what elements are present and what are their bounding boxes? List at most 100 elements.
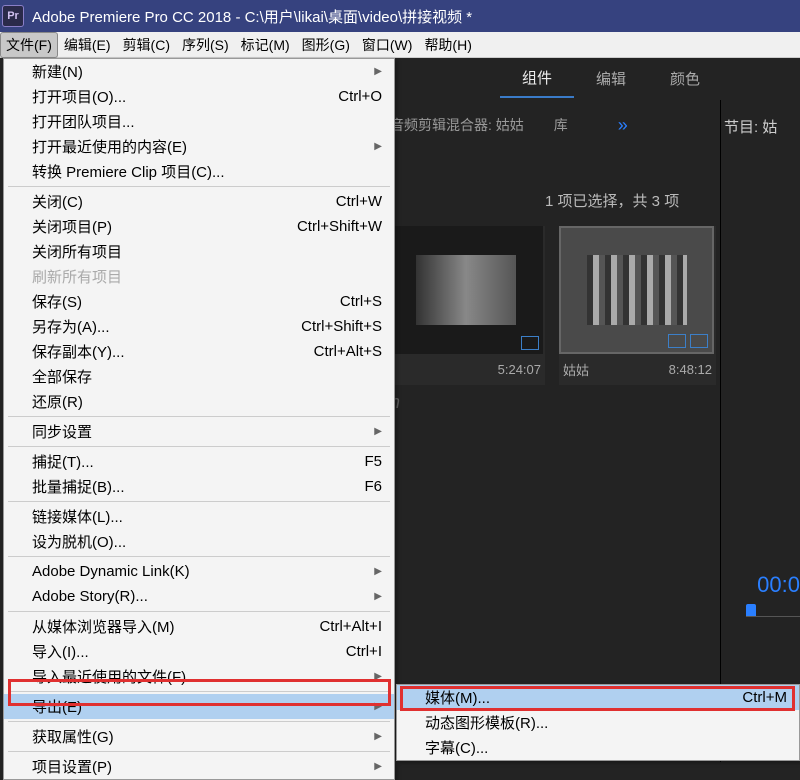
submenu-arrow-icon: ▶ — [374, 731, 382, 742]
menu-item-label: 项目设置(P) — [32, 756, 112, 777]
audio-mixer-tab[interactable]: 音频剪辑混合器: 姑姑 — [390, 115, 524, 135]
submenu-arrow-icon: ▶ — [374, 566, 382, 577]
menu-separator — [8, 556, 390, 557]
menu-item[interactable]: 打开团队项目... — [4, 109, 394, 134]
timecode[interactable]: 00:0 — [757, 572, 800, 598]
menu-item[interactable]: 保存副本(Y)...Ctrl+Alt+S — [4, 339, 394, 364]
menubar-item[interactable]: 文件(F) — [0, 32, 58, 58]
menu-item[interactable]: 全部保存 — [4, 364, 394, 389]
menubar-item[interactable]: 序列(S) — [176, 32, 235, 58]
panel-divider[interactable] — [720, 100, 721, 762]
submenu-arrow-icon: ▶ — [374, 66, 382, 77]
export-submenu: 媒体(M)... Ctrl+M 动态图形模板(R)...字幕(C)... — [396, 684, 800, 761]
menu-item-label: 媒体(M)... — [425, 687, 490, 708]
menu-item-shortcut: Ctrl+Shift+S — [301, 318, 382, 335]
menu-item: 刷新所有项目 — [4, 264, 394, 289]
menu-item-label: 关闭所有项目 — [32, 241, 122, 262]
menu-item[interactable]: 还原(R) — [4, 389, 394, 414]
clip-name: 姑姑 — [563, 360, 589, 379]
menubar-item[interactable]: 窗口(W) — [356, 32, 419, 58]
menu-item[interactable]: 字幕(C)... — [397, 735, 799, 760]
clip-duration: 8:48:12 — [669, 360, 712, 379]
menu-item-label: 打开团队项目... — [32, 111, 135, 132]
menu-separator — [8, 611, 390, 612]
menu-item[interactable]: 关闭(C) Ctrl+W — [4, 189, 394, 214]
workspace-tab[interactable]: 组件 — [500, 59, 574, 98]
menu-item[interactable]: 从媒体浏览器导入(M)Ctrl+Alt+I — [4, 614, 394, 639]
menu-item-shortcut: Ctrl+M — [742, 689, 787, 706]
file-menu-dropdown: 新建(N)▶打开项目(O)...Ctrl+O打开团队项目...打开最近使用的内容… — [3, 58, 395, 780]
menu-item-label: 打开项目(O)... — [32, 86, 126, 107]
menubar-item[interactable]: 编辑(E) — [58, 32, 117, 58]
expand-icon[interactable]: » — [618, 115, 628, 136]
submenu-arrow-icon: ▶ — [374, 701, 382, 712]
menu-item-shortcut: Ctrl+Alt+I — [319, 618, 382, 635]
menu-item[interactable]: 新建(N)▶ — [4, 59, 394, 84]
menu-item[interactable]: 设为脱机(O)... — [4, 529, 394, 554]
menu-item[interactable]: 链接媒体(L)... — [4, 504, 394, 529]
menu-item[interactable]: 媒体(M)... Ctrl+M — [397, 685, 799, 710]
timeline-ruler[interactable] — [746, 604, 800, 634]
menu-item-label: 关闭项目(P) — [32, 216, 112, 237]
menu-item-label: Adobe Story(R)... — [32, 588, 148, 605]
menu-item-shortcut: F5 — [364, 453, 382, 470]
menu-item[interactable]: 转换 Premiere Clip 项目(C)... — [4, 159, 394, 184]
menu-item[interactable]: Adobe Story(R)...▶ — [4, 584, 394, 609]
menu-item-label: 转换 Premiere Clip 项目(C)... — [32, 161, 225, 182]
menu-item[interactable]: 动态图形模板(R)... — [397, 710, 799, 735]
submenu-arrow-icon: ▶ — [374, 761, 382, 772]
menu-item[interactable]: 项目设置(P) ▶ — [4, 754, 394, 779]
menu-item[interactable]: 关闭所有项目 — [4, 239, 394, 264]
menu-item[interactable]: 另存为(A)... Ctrl+Shift+S — [4, 314, 394, 339]
menu-item-shortcut: Ctrl+O — [338, 88, 382, 105]
menu-item[interactable]: 打开项目(O)... Ctrl+O — [4, 84, 394, 109]
audio-icon — [690, 334, 708, 348]
menu-item[interactable]: Adobe Dynamic Link(K)▶ — [4, 559, 394, 584]
clip-thumbnail[interactable]: 姑姑 8:48:12 — [559, 226, 716, 385]
menubar: 文件(F)编辑(E)剪辑(C)序列(S)标记(M)图形(G)窗口(W)帮助(H) — [0, 32, 800, 58]
menu-item-shortcut: Ctrl+Alt+S — [314, 343, 382, 360]
clip-duration: 5:24:07 — [498, 360, 541, 377]
menu-item-label: 导入最近使用的文件(F) — [32, 666, 186, 687]
panel-header: 音频剪辑混合器: 姑姑 库 » — [390, 110, 628, 140]
workspace-tabs: 组件编辑颜色 — [500, 58, 800, 98]
menu-item-label: 还原(R) — [32, 391, 83, 412]
menu-separator — [8, 501, 390, 502]
menu-item[interactable]: 关闭项目(P)Ctrl+Shift+W — [4, 214, 394, 239]
menu-item[interactable]: 同步设置▶ — [4, 419, 394, 444]
menu-separator — [8, 446, 390, 447]
menu-item-label: 打开最近使用的内容(E) — [32, 136, 187, 157]
workspace-tab[interactable]: 编辑 — [574, 60, 648, 97]
menubar-item[interactable]: 图形(G) — [296, 32, 356, 58]
clip-thumbnail[interactable]: 5:24:07 — [388, 226, 545, 385]
menu-item-shortcut: F6 — [364, 478, 382, 495]
menu-item[interactable]: 保存(S)Ctrl+S — [4, 289, 394, 314]
menu-item-label: 设为脱机(O)... — [32, 531, 126, 552]
menu-item[interactable]: 导入最近使用的文件(F)▶ — [4, 664, 394, 689]
menubar-item[interactable]: 剪辑(C) — [117, 32, 176, 58]
menubar-item[interactable]: 帮助(H) — [418, 32, 477, 58]
menu-item-label: 导入(I)... — [32, 641, 89, 662]
selection-info: 1 项已选择，共 3 项 — [545, 190, 679, 211]
submenu-arrow-icon: ▶ — [374, 141, 382, 152]
menu-item-shortcut: Ctrl+W — [336, 193, 382, 210]
program-panel-tab[interactable]: 节目: 姑 — [724, 110, 800, 143]
menu-item-label: 刷新所有项目 — [32, 266, 122, 287]
menu-item[interactable]: 打开最近使用的内容(E) ▶ — [4, 134, 394, 159]
menu-item[interactable]: 导出(E)▶ — [4, 694, 394, 719]
menu-item-label: 另存为(A)... — [32, 316, 110, 337]
menu-item-label: 同步设置 — [32, 421, 92, 442]
menu-item[interactable]: 捕捉(T)...F5 — [4, 449, 394, 474]
menu-item-label: 字幕(C)... — [425, 737, 488, 758]
video-icon — [668, 334, 686, 348]
playhead-icon[interactable] — [746, 604, 756, 616]
menu-item[interactable]: 导入(I)...Ctrl+I — [4, 639, 394, 664]
menubar-item[interactable]: 标记(M) — [235, 32, 296, 58]
menu-item[interactable]: 批量捕捉(B)...F6 — [4, 474, 394, 499]
menu-item[interactable]: 获取属性(G)▶ — [4, 724, 394, 749]
library-tab[interactable]: 库 — [554, 115, 568, 135]
menu-item-label: 关闭(C) — [32, 191, 83, 212]
audio-icon — [521, 336, 539, 350]
workspace-tab[interactable]: 颜色 — [648, 60, 722, 97]
title-bar: Pr Adobe Premiere Pro CC 2018 - C:\用户\li… — [0, 0, 800, 32]
